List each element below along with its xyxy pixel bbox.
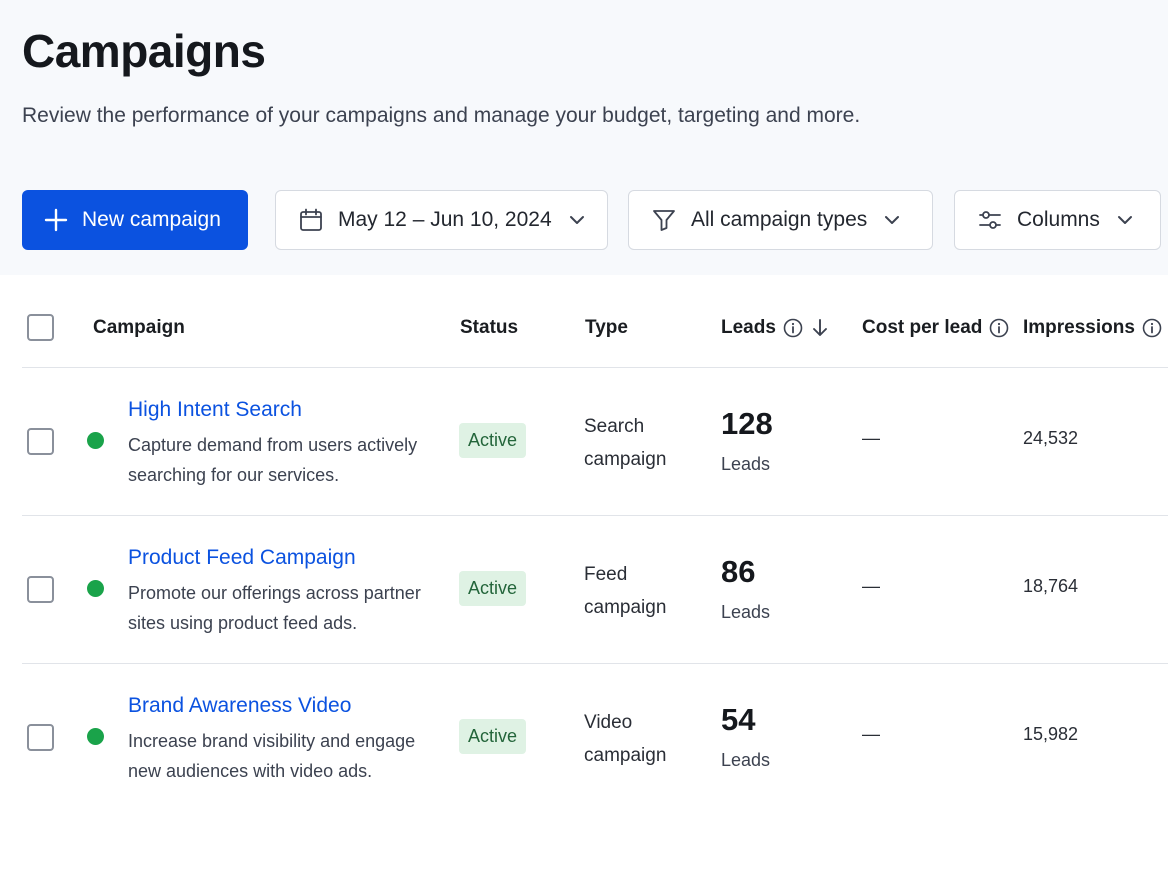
impressions-value: 18,764 [1023, 576, 1079, 596]
header-campaign-label: Campaign [93, 317, 185, 338]
page-title: Campaigns [22, 25, 266, 77]
campaign-name-link[interactable]: Product Feed Campaign [128, 546, 356, 570]
filter-icon [653, 210, 675, 231]
leads-count: 86 [721, 554, 756, 589]
campaign-description: Capture demand from users actively searc… [128, 435, 418, 485]
chevron-down-icon [885, 216, 900, 224]
page-subtitle: Review the performance of your campaigns… [22, 104, 861, 127]
row-checkbox[interactable] [27, 724, 54, 751]
header-type[interactable]: Type [585, 317, 628, 339]
plus-icon [44, 208, 68, 232]
cost-per-lead-value: — [862, 724, 880, 744]
campaign-description: Promote our offerings across partner sit… [128, 583, 421, 633]
row-checkbox[interactable] [27, 428, 54, 455]
date-range-label: May 12 – Jun 10, 2024 [338, 208, 552, 231]
info-icon[interactable] [783, 318, 803, 338]
campaign-name-link[interactable]: High Intent Search [128, 398, 302, 422]
header-campaign[interactable]: Campaign [93, 317, 185, 339]
campaign-name-link[interactable]: Brand Awareness Video [128, 694, 351, 718]
table-row[interactable]: Brand Awareness Video Increase brand vis… [22, 664, 1168, 812]
status-dot [87, 728, 104, 745]
status-badge: Active [459, 571, 527, 606]
impressions-value: 15,982 [1023, 724, 1079, 744]
new-campaign-button[interactable]: New campaign [22, 190, 248, 250]
status-dot [87, 580, 104, 597]
leads-label: Leads [721, 750, 771, 770]
columns-button[interactable]: Columns [954, 190, 1161, 250]
leads-count: 128 [721, 406, 773, 441]
cost-per-lead-value: — [862, 428, 880, 448]
arrow-down-icon[interactable] [811, 318, 829, 338]
campaign-type: Feed campaign [584, 564, 667, 618]
sliders-icon [979, 211, 1001, 229]
header-cost-per-lead[interactable]: Cost per lead [862, 317, 1009, 339]
campaigns-page: Campaigns Review the performance of your… [0, 0, 1168, 880]
campaign-type: Video campaign [584, 712, 667, 766]
chevron-down-icon [1117, 216, 1132, 224]
new-campaign-label: New campaign [82, 208, 221, 231]
leads-label: Leads [721, 454, 771, 474]
columns-label: Columns [1017, 208, 1100, 231]
date-range-picker[interactable]: May 12 – Jun 10, 2024 [275, 190, 608, 250]
header-impressions-label: Impressions [1023, 317, 1135, 338]
leads-count: 54 [721, 702, 756, 737]
leads-label: Leads [721, 602, 771, 622]
calendar-icon [300, 208, 322, 231]
header-type-label: Type [585, 317, 628, 338]
status-badge: Active [459, 719, 527, 754]
status-dot [87, 432, 104, 449]
info-icon[interactable] [1142, 318, 1162, 338]
info-icon[interactable] [989, 318, 1009, 338]
header-leads-label: Leads [721, 317, 776, 338]
header-status[interactable]: Status [460, 317, 518, 339]
table-row[interactable]: High Intent Search Capture demand from u… [22, 368, 1168, 516]
header-impressions[interactable]: Impressions [1023, 317, 1162, 339]
status-badge: Active [459, 423, 527, 458]
impressions-value: 24,532 [1023, 428, 1079, 448]
select-all-checkbox[interactable] [27, 314, 54, 341]
campaign-description: Increase brand visibility and engage new… [128, 731, 416, 781]
table-row[interactable]: Product Feed Campaign Promote our offeri… [22, 516, 1168, 664]
header-leads[interactable]: Leads [721, 317, 829, 339]
campaign-type-label: All campaign types [691, 208, 868, 231]
row-checkbox[interactable] [27, 576, 54, 603]
chevron-down-icon [569, 216, 584, 224]
header-status-label: Status [460, 317, 519, 338]
campaign-type: Search campaign [584, 416, 667, 470]
campaign-type-filter[interactable]: All campaign types [628, 190, 933, 250]
header-cost-per-lead-label: Cost per lead [862, 317, 983, 338]
table-header: Campaign Status Type Leads Cost per lead… [22, 290, 1168, 368]
campaigns-table: Campaign Status Type Leads Cost per lead… [22, 290, 1168, 812]
cost-per-lead-value: — [862, 576, 880, 596]
